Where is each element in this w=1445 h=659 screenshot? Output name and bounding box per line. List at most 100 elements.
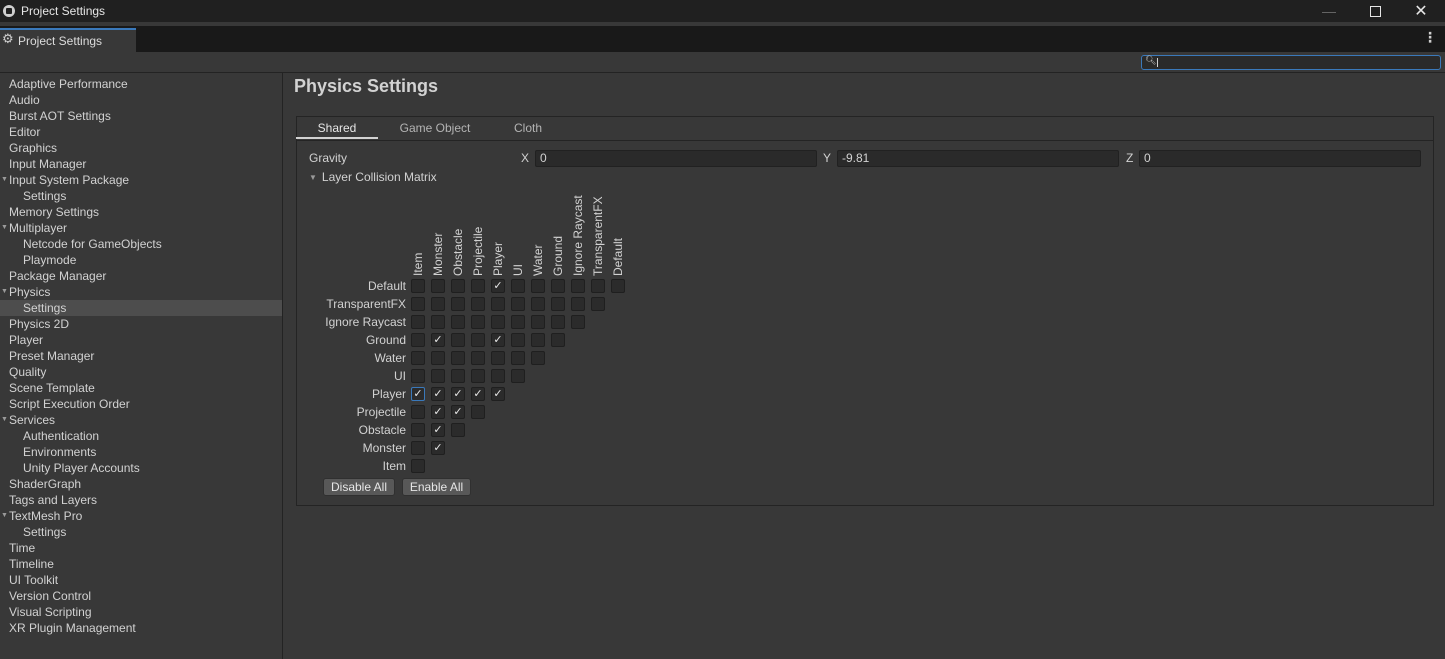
collision-checkbox[interactable]: ✓ [431, 405, 445, 419]
foldout-arrow-icon[interactable]: ▼ [1, 220, 8, 236]
collision-checkbox[interactable] [411, 441, 425, 455]
collision-checkbox[interactable] [471, 369, 485, 383]
collision-checkbox[interactable] [491, 351, 505, 365]
collision-checkbox[interactable] [531, 333, 545, 347]
collision-checkbox[interactable] [451, 351, 465, 365]
collision-checkbox[interactable] [451, 297, 465, 311]
foldout-arrow-icon[interactable]: ▼ [1, 508, 8, 524]
search-field[interactable]: 🔍︎ [1141, 55, 1441, 70]
sidebar-item[interactable]: Settings [0, 300, 282, 316]
collision-checkbox[interactable] [511, 315, 525, 329]
sidebar-item[interactable]: Authentication [0, 428, 282, 444]
sidebar-item[interactable]: Player [0, 332, 282, 348]
sidebar-item[interactable]: Memory Settings [0, 204, 282, 220]
collision-checkbox[interactable] [431, 279, 445, 293]
collision-checkbox[interactable]: ✓ [471, 387, 485, 401]
collision-checkbox[interactable] [491, 369, 505, 383]
collision-checkbox[interactable] [611, 279, 625, 293]
sidebar-item[interactable]: Editor [0, 124, 282, 140]
collision-checkbox[interactable]: ✓ [491, 387, 505, 401]
sidebar-item[interactable]: ▼ Input System Package [0, 172, 282, 188]
collision-checkbox[interactable] [471, 297, 485, 311]
sidebar-item[interactable]: Package Manager [0, 268, 282, 284]
more-options-icon[interactable]: ⋮ [1423, 30, 1437, 46]
collision-checkbox[interactable]: ✓ [411, 387, 425, 401]
collision-checkbox[interactable]: ✓ [451, 405, 465, 419]
collision-checkbox[interactable] [411, 333, 425, 347]
sidebar-item[interactable]: ▼ TextMesh Pro [0, 508, 282, 524]
collision-checkbox[interactable] [411, 423, 425, 437]
gravity-y-field[interactable]: -9.81 [837, 150, 1119, 167]
foldout-arrow-icon[interactable]: ▼ [1, 172, 8, 188]
collision-checkbox[interactable] [531, 279, 545, 293]
sidebar-item[interactable]: Time [0, 540, 282, 556]
collision-checkbox[interactable] [411, 279, 425, 293]
sidebar-item[interactable]: Settings [0, 524, 282, 540]
collision-checkbox[interactable] [451, 333, 465, 347]
sidebar-item[interactable]: ShaderGraph [0, 476, 282, 492]
collision-checkbox[interactable] [551, 315, 565, 329]
foldout-arrow-icon[interactable]: ▼ [1, 412, 8, 428]
collision-checkbox[interactable] [511, 279, 525, 293]
tab-project-settings[interactable]: Project Settings [0, 28, 136, 52]
collision-checkbox[interactable] [511, 297, 525, 311]
sidebar-item[interactable]: Version Control [0, 588, 282, 604]
sidebar-item[interactable]: ▼ Services [0, 412, 282, 428]
sidebar-item[interactable]: Playmode [0, 252, 282, 268]
tab-shared[interactable]: Shared [296, 118, 378, 139]
collision-checkbox[interactable] [551, 279, 565, 293]
search-input[interactable] [1156, 56, 1436, 69]
collision-checkbox[interactable]: ✓ [431, 423, 445, 437]
collision-checkbox[interactable] [431, 351, 445, 365]
collision-checkbox[interactable]: ✓ [491, 333, 505, 347]
collision-checkbox[interactable] [571, 315, 585, 329]
collision-checkbox[interactable]: ✓ [431, 387, 445, 401]
sidebar-item[interactable]: Preset Manager [0, 348, 282, 364]
collision-checkbox[interactable] [531, 297, 545, 311]
foldout-arrow-icon[interactable]: ▼ [1, 284, 8, 300]
tab-cloth[interactable]: Cloth [500, 118, 556, 139]
layer-collision-matrix-foldout[interactable]: ▼ Layer Collision Matrix [309, 170, 437, 184]
collision-checkbox[interactable] [551, 333, 565, 347]
collision-checkbox[interactable]: ✓ [451, 387, 465, 401]
collision-checkbox[interactable] [451, 315, 465, 329]
sidebar-item[interactable]: ▼ Multiplayer [0, 220, 282, 236]
sidebar-item[interactable]: Tags and Layers [0, 492, 282, 508]
collision-checkbox[interactable] [571, 297, 585, 311]
tab-game-object[interactable]: Game Object [390, 118, 480, 139]
collision-checkbox[interactable] [511, 333, 525, 347]
sidebar-item[interactable]: Audio [0, 92, 282, 108]
collision-checkbox[interactable] [451, 279, 465, 293]
sidebar-item[interactable]: Script Execution Order [0, 396, 282, 412]
close-button[interactable]: ✕ [1398, 0, 1444, 22]
collision-checkbox[interactable] [471, 279, 485, 293]
collision-checkbox[interactable] [491, 315, 505, 329]
sidebar-item[interactable]: Quality [0, 364, 282, 380]
collision-checkbox[interactable] [531, 315, 545, 329]
collision-checkbox[interactable] [471, 333, 485, 347]
collision-checkbox[interactable] [411, 315, 425, 329]
collision-checkbox[interactable] [471, 405, 485, 419]
sidebar-item[interactable]: Settings [0, 188, 282, 204]
collision-checkbox[interactable]: ✓ [431, 441, 445, 455]
collision-checkbox[interactable] [411, 297, 425, 311]
sidebar-item[interactable]: Visual Scripting [0, 604, 282, 620]
sidebar-item[interactable]: Input Manager [0, 156, 282, 172]
collision-checkbox[interactable] [571, 279, 585, 293]
minimize-button[interactable]: — [1306, 0, 1352, 22]
collision-checkbox[interactable] [591, 279, 605, 293]
collision-checkbox[interactable] [471, 315, 485, 329]
sidebar-item[interactable]: UI Toolkit [0, 572, 282, 588]
collision-checkbox[interactable] [591, 297, 605, 311]
maximize-button[interactable] [1352, 0, 1398, 22]
sidebar-item[interactable]: Physics 2D [0, 316, 282, 332]
sidebar-item[interactable]: ▼ Physics [0, 284, 282, 300]
collision-checkbox[interactable] [491, 297, 505, 311]
collision-checkbox[interactable] [431, 297, 445, 311]
sidebar-item[interactable]: Burst AOT Settings [0, 108, 282, 124]
enable-all-button[interactable]: Enable All [402, 478, 471, 496]
sidebar-item[interactable]: XR Plugin Management [0, 620, 282, 636]
sidebar-item[interactable]: Timeline [0, 556, 282, 572]
collision-checkbox[interactable] [411, 405, 425, 419]
collision-checkbox[interactable] [411, 369, 425, 383]
